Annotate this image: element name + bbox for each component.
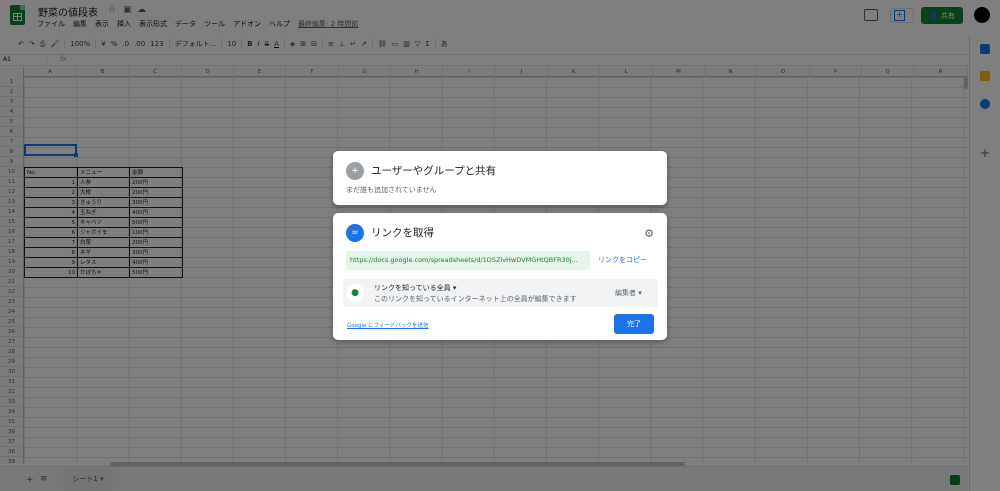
copy-link-button[interactable]: リンクをコピー	[598, 251, 647, 270]
share-dialog-title[interactable]: ユーザーやグループと共有	[371, 163, 496, 178]
link-icon: ∞	[346, 224, 364, 242]
get-link-dialog: ∞ リンクを取得 ⚙ https://docs.google.com/sprea…	[333, 213, 667, 340]
gear-icon[interactable]: ⚙	[644, 227, 654, 240]
add-person-icon: +	[346, 162, 364, 180]
link-url-field[interactable]: https://docs.google.com/spreadsheets/d/1…	[346, 251, 590, 270]
done-button[interactable]: 完了	[614, 314, 654, 334]
link-dialog-title: リンクを取得	[371, 227, 434, 239]
share-dialog-subtitle: まだ誰も追加されていません	[346, 186, 437, 194]
globe-icon: ●	[346, 284, 364, 302]
general-access-row: ● リンクを知っている全員 ▾ このリンクを知っているインターネット上の全員が編…	[343, 279, 658, 307]
role-select[interactable]: 編集者 ▾	[615, 288, 642, 298]
feedback-link[interactable]: Google にフィードバックを送信	[347, 321, 429, 329]
share-with-people-dialog: + ユーザーやグループと共有 まだ誰も追加されていません	[333, 151, 667, 205]
access-description: このリンクを知っているインターネット上の全員が編集できます	[374, 295, 577, 303]
access-scope-select[interactable]: リンクを知っている全員 ▾	[374, 283, 456, 293]
